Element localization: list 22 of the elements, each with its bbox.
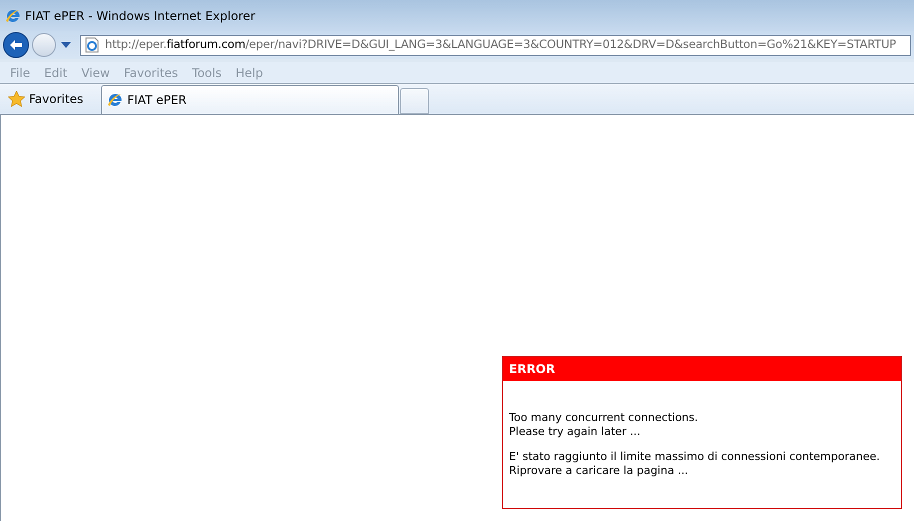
error-title: ERROR [509, 361, 556, 378]
browser-logo-icon [5, 8, 21, 24]
menu-item[interactable]: Tools [192, 64, 222, 82]
back-arrow-icon [9, 39, 23, 51]
browser-logo-icon [107, 92, 124, 108]
dropdown-caret-icon[interactable] [61, 42, 71, 48]
favorites-button[interactable]: Favorites [4, 84, 88, 114]
error-message: Please try again later ... [509, 425, 642, 439]
menu-item[interactable]: File [10, 64, 30, 82]
menu-item[interactable]: View [81, 64, 110, 82]
menu-item[interactable]: Favorites [124, 64, 178, 82]
menu-item[interactable]: Edit [44, 64, 68, 82]
error-message: E' stato raggiunto il limite massimo di connessioni contemporanee. [509, 450, 881, 464]
back-button[interactable] [3, 32, 29, 58]
menu-item[interactable]: Help [236, 64, 263, 82]
star-icon [8, 91, 25, 107]
window-title: FIAT ePER - Windows Internet Explorer [25, 8, 256, 24]
address-field[interactable]: http://eper.fiatforum.com/eper/navi?DRIVE=D&GUI_LANG=3&LANGUAGE=3&COUNTRY=012&DRV=D&searchButton=Go%21&KEY=STARTUP [80, 34, 911, 56]
error-message: Riprovare a caricare la pagina ... [509, 464, 690, 478]
page-icon [84, 37, 100, 53]
error-message: Too many concurrent connections. [509, 411, 700, 425]
browser-tab[interactable]: FIAT ePER [101, 85, 400, 114]
